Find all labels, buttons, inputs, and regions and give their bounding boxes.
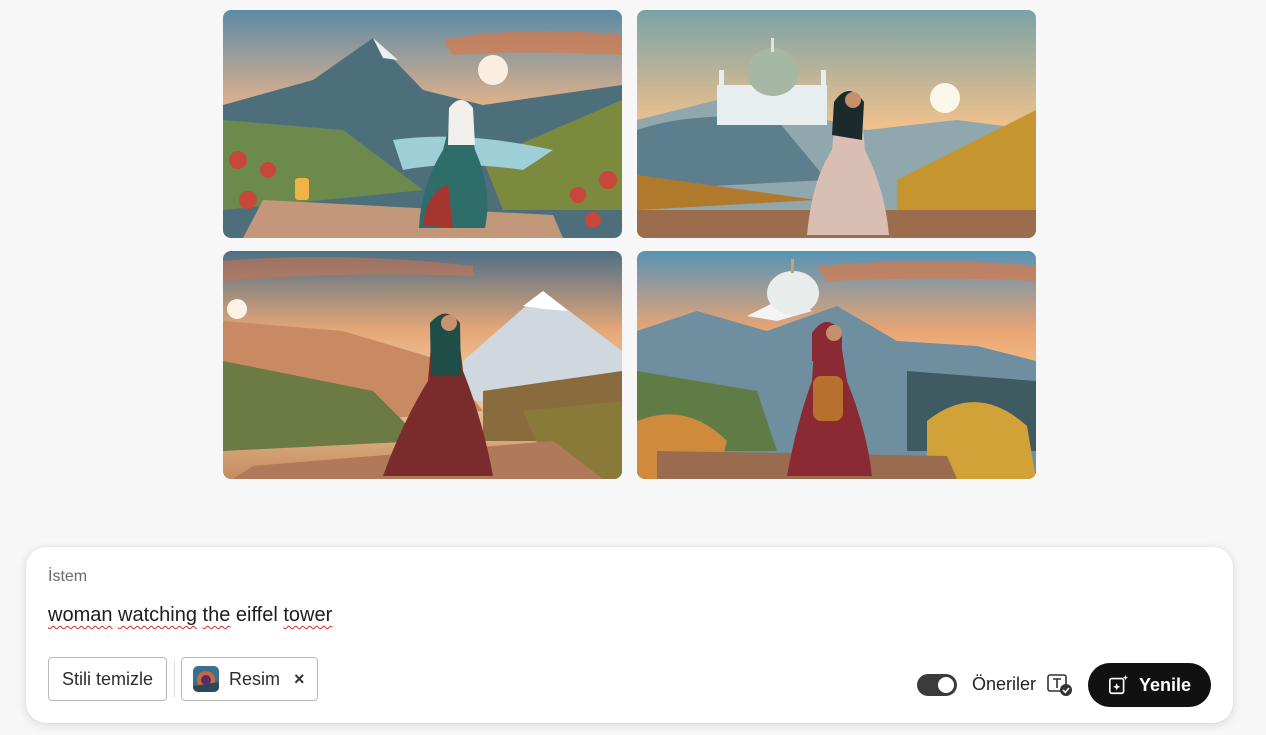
generated-image-3[interactable] <box>223 251 622 479</box>
refresh-button[interactable]: Yenile <box>1088 663 1211 707</box>
dome-mountain-woman-backpack-image <box>637 251 1036 479</box>
prompt-word: woman <box>48 604 113 626</box>
divider <box>174 661 175 697</box>
prompt-word: watching <box>118 604 197 626</box>
text-check-icon[interactable] <box>1047 673 1073 697</box>
generated-image-2[interactable] <box>637 10 1036 238</box>
sparkle-refresh-icon <box>1108 674 1129 695</box>
prompt-label: İstem <box>48 568 88 585</box>
style-reference-chip[interactable]: Resim × <box>181 657 318 701</box>
prompt-word: tower <box>283 604 333 626</box>
generated-image-1[interactable] <box>223 10 622 238</box>
prompt-word: the <box>202 604 231 626</box>
mosque-woman-hills-image <box>637 10 1036 238</box>
suggestions-toggle[interactable] <box>917 674 957 696</box>
refresh-label: Yenile <box>1138 674 1192 695</box>
reference-image-thumbnail <box>193 666 219 692</box>
clear-style-button[interactable]: Stili temizle <box>48 657 168 701</box>
prompt-word: eiffel <box>235 604 278 626</box>
reference-chip-label: Resim <box>229 668 281 689</box>
snow-mountain-woman-image <box>223 251 622 479</box>
close-icon[interactable]: × <box>294 669 305 690</box>
image-gallery <box>223 10 1036 479</box>
suggestions-label: Öneriler <box>972 674 1037 694</box>
prompt-panel: İstem woman watching the eiffel tower St… <box>26 547 1233 723</box>
mountain-woman-lantern-image <box>223 10 622 238</box>
prompt-input[interactable]: woman watching the eiffel tower <box>48 603 1208 627</box>
toggle-knob <box>938 677 954 693</box>
generated-image-4[interactable] <box>637 251 1036 479</box>
